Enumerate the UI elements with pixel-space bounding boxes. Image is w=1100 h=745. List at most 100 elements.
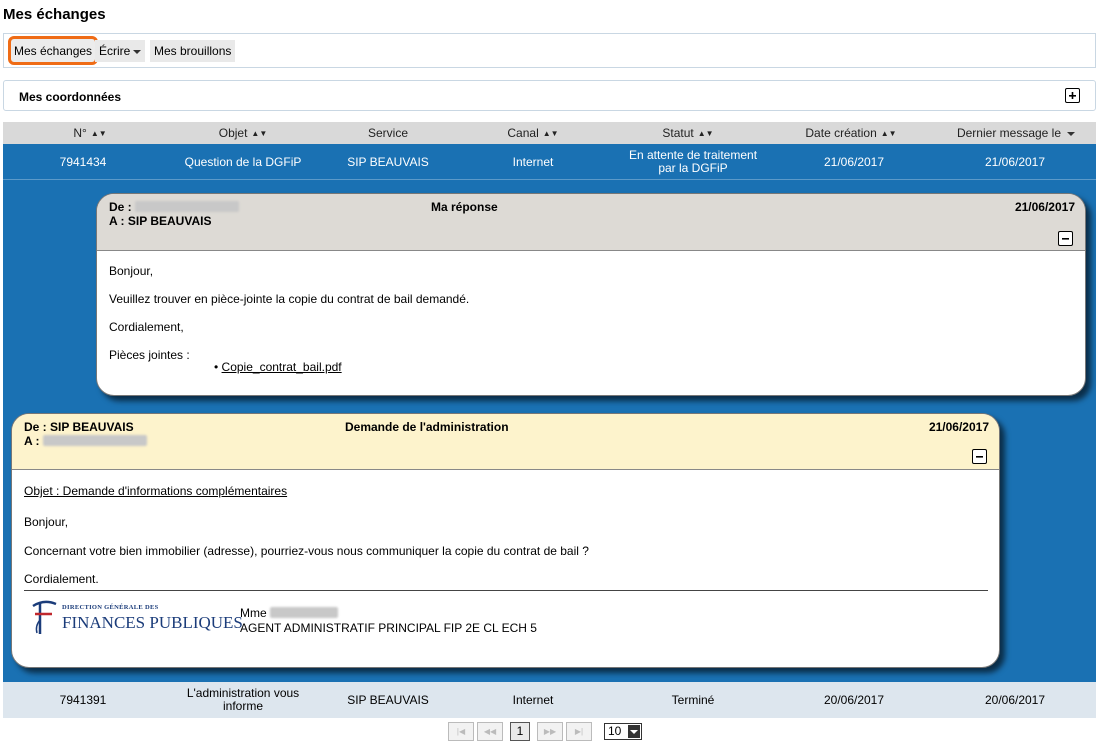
ecrire-dropdown-button[interactable]: Écrire	[95, 40, 146, 62]
message-title: Demande de l'administration	[345, 420, 509, 434]
sort-icon: ▲▼	[880, 129, 897, 138]
next-page-icon: ▶▶	[543, 727, 557, 736]
message-objet: Objet : Demande d'informations complémen…	[24, 484, 288, 498]
col-header-label: Service	[367, 126, 408, 140]
message-title: Ma réponse	[431, 200, 498, 214]
from-label: De :	[109, 200, 132, 214]
last-page-icon: ▶|	[574, 727, 584, 736]
first-page-icon: |◀	[456, 727, 466, 736]
mes-echanges-label: Mes échanges	[14, 44, 93, 58]
prev-page-icon: ◀◀	[483, 727, 497, 736]
message-to: A :	[24, 434, 147, 448]
ecrire-label: Écrire	[99, 44, 131, 58]
message-from: De : SIP BEAUVAIS	[24, 420, 134, 434]
redacted-name	[135, 201, 240, 212]
sort-icon: ▲▼	[542, 129, 559, 138]
statut-line: En attente de traitement	[628, 148, 758, 162]
sort-icon: ▲▼	[90, 129, 107, 138]
page-title: Mes échanges	[3, 6, 106, 23]
signature-role: AGENT ADMINISTRATIF PRINCIPAL FIP 2E CL …	[240, 621, 537, 635]
logo-line2: FINANCES PUBLIQUES	[62, 613, 243, 632]
message-card-reply: De : A : SIP BEAUVAIS Ma réponse 21/06/2…	[96, 193, 1086, 396]
mes-brouillons-button[interactable]: Mes brouillons	[150, 40, 236, 62]
statut-line: par la DGFiP	[658, 161, 728, 175]
logo-line1: DIRECTION GÉNÉRALE DES	[62, 604, 159, 611]
current-page[interactable]: 1	[510, 722, 530, 741]
cell-objet: L'administration vous informe	[173, 687, 313, 713]
message-header: De : A : SIP BEAUVAIS Ma réponse 21/06/2…	[97, 194, 1085, 251]
coordonnees-panel: Mes coordonnées	[3, 80, 1096, 111]
cell-statut: Terminé	[671, 693, 715, 707]
next-page-button[interactable]: ▶▶	[537, 722, 563, 741]
current-page-label: 1	[516, 724, 524, 738]
dgfip-logo: DIRECTION GÉNÉRALE DES FINANCES PUBLIQUE…	[30, 600, 243, 636]
message-date: 21/06/2017	[1014, 200, 1075, 214]
cell-canal: Internet	[512, 693, 554, 707]
selected-exchange-region: 7941434 Question de la DGFiP SIP BEAUVAI…	[3, 144, 1096, 682]
dgfip-emblem-icon	[32, 600, 57, 634]
objet-line: informe	[222, 699, 263, 713]
message-header: De : SIP BEAUVAIS A : Demande de l'admin…	[12, 414, 999, 470]
cell-date-creation: 21/06/2017	[823, 155, 885, 169]
cell-statut: En attente de traitement par la DGFiP	[608, 149, 778, 175]
col-header-objet[interactable]: Objet ▲▼	[193, 126, 293, 140]
attachment-item: • Copie_contrat_bail.pdf	[214, 360, 342, 374]
message-to: A : SIP BEAUVAIS	[109, 214, 212, 228]
signature-name: Mme	[240, 606, 339, 620]
mes-brouillons-label: Mes brouillons	[154, 44, 232, 58]
signature-divider	[24, 590, 988, 591]
col-header-label: N°	[73, 126, 87, 140]
coordonnees-title: Mes coordonnées	[19, 90, 122, 104]
cell-service: SIP BEAUVAIS	[347, 693, 429, 707]
cell-date-creation: 20/06/2017	[823, 693, 885, 707]
message-body: Concernant votre bien immobilier (adress…	[24, 544, 589, 558]
col-header-label: Date création	[805, 126, 877, 140]
collapse-minus-icon[interactable]	[1058, 231, 1073, 246]
col-header-date-creation[interactable]: Date création ▲▼	[801, 126, 901, 140]
signature-title: Mme	[240, 606, 267, 620]
col-header-num[interactable]: N° ▲▼	[60, 126, 120, 140]
message-card-admin: De : SIP BEAUVAIS A : Demande de l'admin…	[11, 413, 1000, 668]
table-header: N° ▲▼ Objet ▲▼ Service Canal ▲▼ Statut ▲▼ Da…	[3, 122, 1096, 144]
message-greeting: Bonjour,	[109, 264, 154, 278]
first-page-button[interactable]: |◀	[448, 722, 474, 741]
col-header-label: Objet	[218, 126, 248, 140]
page-size-select[interactable]: 10	[604, 723, 642, 740]
objet-line: L'administration vous	[186, 686, 300, 700]
cell-dernier-message: 20/06/2017	[984, 693, 1046, 707]
cell-num: 7941434	[59, 155, 107, 169]
col-header-service: Service	[348, 126, 428, 140]
mes-echanges-button[interactable]: Mes échanges	[8, 36, 99, 65]
sort-icon: ▲▼	[251, 129, 268, 138]
col-header-label: Dernier message le	[956, 126, 1062, 140]
redacted-name	[270, 607, 339, 618]
cell-service: SIP BEAUVAIS	[347, 155, 429, 169]
collapse-minus-icon[interactable]	[972, 449, 987, 464]
last-page-button[interactable]: ▶|	[566, 722, 592, 741]
col-header-label: Statut	[662, 126, 694, 140]
message-closing: Cordialement,	[109, 320, 184, 334]
message-closing: Cordialement.	[24, 572, 99, 586]
message-date: 21/06/2017	[928, 420, 989, 434]
message-from: De :	[109, 200, 240, 214]
col-header-statut[interactable]: Statut ▲▼	[648, 126, 728, 140]
redacted-name	[42, 435, 147, 446]
table-row[interactable]: 7941434 Question de la DGFiP SIP BEAUVAI…	[3, 144, 1096, 180]
col-header-dernier-message[interactable]: Dernier message le	[951, 126, 1081, 140]
caret-down-icon	[133, 49, 142, 54]
to-label: A :	[24, 434, 40, 448]
message-body: Veuillez trouver en pièce-jointe la copi…	[109, 292, 470, 306]
expand-plus-icon[interactable]	[1065, 88, 1080, 103]
cell-num: 7941391	[59, 693, 107, 707]
col-header-canal[interactable]: Canal ▲▼	[498, 126, 568, 140]
cell-dernier-message: 21/06/2017	[984, 155, 1046, 169]
toolbar: Mes échanges Écrire Mes brouillons	[3, 33, 1096, 68]
sort-icon: ▲▼	[697, 129, 714, 138]
sort-desc-icon	[1067, 131, 1076, 136]
attachments-label: Pièces jointes :	[109, 348, 190, 362]
message-greeting: Bonjour,	[24, 515, 69, 529]
prev-page-button[interactable]: ◀◀	[477, 722, 503, 741]
attachment-link[interactable]: Copie_contrat_bail.pdf	[222, 360, 342, 374]
dropdown-arrow-icon	[628, 725, 640, 738]
table-row[interactable]: 7941391 L'administration vous informe SIP…	[3, 682, 1096, 718]
